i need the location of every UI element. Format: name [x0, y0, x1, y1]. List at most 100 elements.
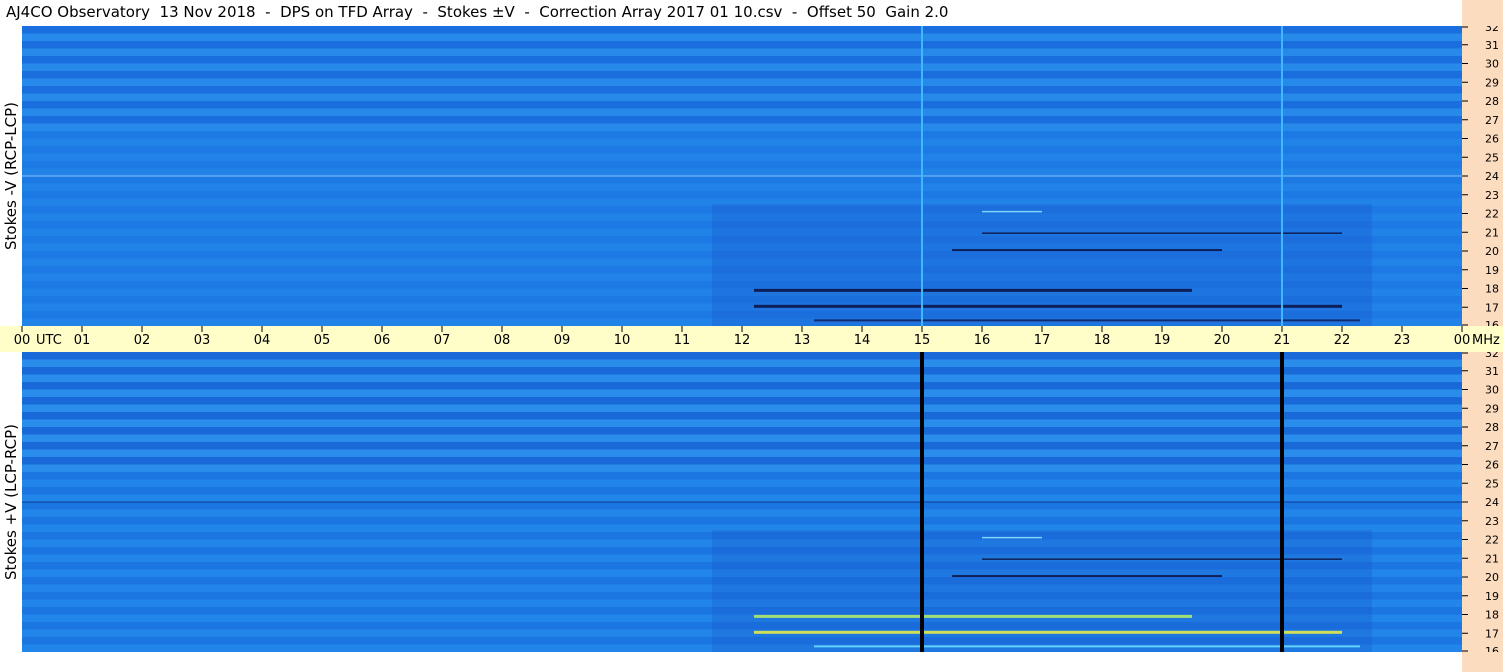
frequency-tick-label: 29 [1485, 402, 1499, 415]
heatmap-panel-bottom [22, 352, 1462, 652]
heatmap-band [22, 146, 1462, 154]
heatmap-band [22, 176, 1462, 184]
time-tick-label: 00 [1454, 333, 1471, 348]
heatmap-band [22, 86, 1462, 94]
time-tick-label: 11 [674, 333, 691, 348]
heatmap-streak [982, 232, 1342, 234]
frequency-tick-label: 25 [1485, 477, 1499, 490]
y-axis-label-top: Stokes -V (RCP-LCP) [2, 102, 20, 250]
frequency-unit-label: MHz [1472, 333, 1500, 348]
heatmap-band [22, 397, 1462, 405]
time-tick-label: 07 [434, 333, 451, 348]
heatmap-band [22, 434, 1462, 442]
time-tick-label: 16 [974, 333, 991, 348]
heatmap-band [22, 63, 1462, 71]
heatmap-band [22, 382, 1462, 390]
heatmap-band [22, 487, 1462, 495]
heatmap-band [22, 153, 1462, 161]
heatmap-band [22, 41, 1462, 49]
frequency-tick-label: 17 [1485, 301, 1499, 314]
time-tick-label: 13 [794, 333, 811, 348]
heatmap-band [22, 374, 1462, 382]
time-tick-label: 04 [254, 333, 271, 348]
frequency-tick-label: 17 [1485, 627, 1499, 640]
title-bar: AJ4CO Observatory 13 Nov 2018 - DPS on T… [0, 0, 1462, 26]
heatmap-streak [754, 288, 1192, 292]
frequency-tick-label: 26 [1485, 459, 1499, 472]
frequency-tick-label: 31 [1485, 39, 1499, 52]
frequency-tick-label: 28 [1485, 95, 1499, 108]
heatmap-band [22, 427, 1462, 435]
heatmap-band [22, 116, 1462, 124]
heatmap-streak [814, 645, 1360, 648]
frequency-tick-label: 20 [1485, 571, 1499, 584]
frequency-tick-label: 24 [1485, 170, 1499, 183]
heatmap-band [22, 479, 1462, 487]
time-tick-label: 02 [134, 333, 151, 348]
heatmap-streak [982, 536, 1042, 539]
heatmap-streak [754, 630, 1342, 634]
time-tick-label: 22 [1334, 333, 1351, 348]
time-tick-label: 19 [1154, 333, 1171, 348]
heatmap-streak [754, 304, 1342, 308]
heatmap-streak [982, 558, 1342, 560]
frequency-tick-label: 19 [1485, 590, 1499, 603]
heatmap-streak [952, 575, 1222, 578]
frequency-tick-label: 28 [1485, 421, 1499, 434]
heatmap-streak [814, 319, 1360, 322]
frequency-tick-label: 32 [1485, 352, 1499, 360]
time-tick-label: 10 [614, 333, 631, 348]
spectrogram-figure: AJ4CO Observatory 13 Nov 2018 - DPS on T… [0, 0, 1503, 672]
heatmap-band [22, 517, 1462, 525]
heatmap-band [22, 494, 1462, 502]
heatmap-band [22, 131, 1462, 139]
heatmap-band [22, 108, 1462, 116]
heatmap-band [22, 71, 1462, 79]
frequency-tick-label: 21 [1485, 226, 1499, 239]
heatmap-band [22, 161, 1462, 169]
heatmap-band [22, 352, 1462, 360]
frequency-tick-label: 30 [1485, 58, 1499, 71]
time-tick-label: 09 [554, 333, 571, 348]
time-tick-label: 14 [854, 333, 871, 348]
y-axis-label-top-container: Stokes -V (RCP-LCP) [2, 102, 20, 250]
time-tick-label: 01 [74, 333, 91, 348]
time-tick-label: 00 [14, 333, 31, 348]
time-axis-unit-label: UTC [36, 333, 62, 348]
frequency-tick-label: 23 [1485, 515, 1499, 528]
time-tick-label: 06 [374, 333, 391, 348]
frequency-tick-label: 18 [1485, 283, 1499, 296]
frequency-tick-label: 21 [1485, 552, 1499, 565]
frequency-tick-label: 30 [1485, 384, 1499, 397]
heatmap-band [22, 138, 1462, 146]
y-axis-label-bottom: Stokes +V (LCP-RCP) [2, 424, 20, 580]
frequency-tick-label: 16 [1485, 319, 1499, 326]
heatmap-band [22, 93, 1462, 101]
heatmap-band [22, 359, 1462, 367]
heatmap-band [22, 509, 1462, 517]
heatmap-band [22, 457, 1462, 465]
heatmap-band [22, 33, 1462, 41]
frequency-tick-label: 22 [1485, 534, 1499, 547]
heatmap-band [22, 48, 1462, 56]
heatmap-band [22, 168, 1462, 176]
heatmap-band [22, 101, 1462, 109]
frequency-ticks-top: 16 17 18 19 20 21 22 23 24 25 26 27 28 29 30 31 32 [1462, 26, 1499, 326]
frequency-tick-label: 16 [1485, 645, 1499, 652]
frequency-tick-label: 24 [1485, 496, 1499, 509]
frequency-tick-label: 31 [1485, 365, 1499, 378]
frequency-tick-label: 19 [1485, 264, 1499, 277]
time-tick-label: 05 [314, 333, 331, 348]
heatmap-band [22, 419, 1462, 427]
heatmap-streak [754, 614, 1192, 618]
frequency-tick-label: 20 [1485, 245, 1499, 258]
heatmap-band [22, 464, 1462, 472]
time-tick-label: 18 [1094, 333, 1111, 348]
heatmap-band [22, 26, 1462, 34]
time-tick-label: 17 [1034, 333, 1051, 348]
heatmap-band [22, 367, 1462, 375]
heatmap-band [22, 404, 1462, 412]
frequency-tick-label: 22 [1485, 208, 1499, 221]
chart-title: AJ4CO Observatory 13 Nov 2018 - DPS on T… [6, 3, 949, 21]
heatmap-band [22, 442, 1462, 450]
